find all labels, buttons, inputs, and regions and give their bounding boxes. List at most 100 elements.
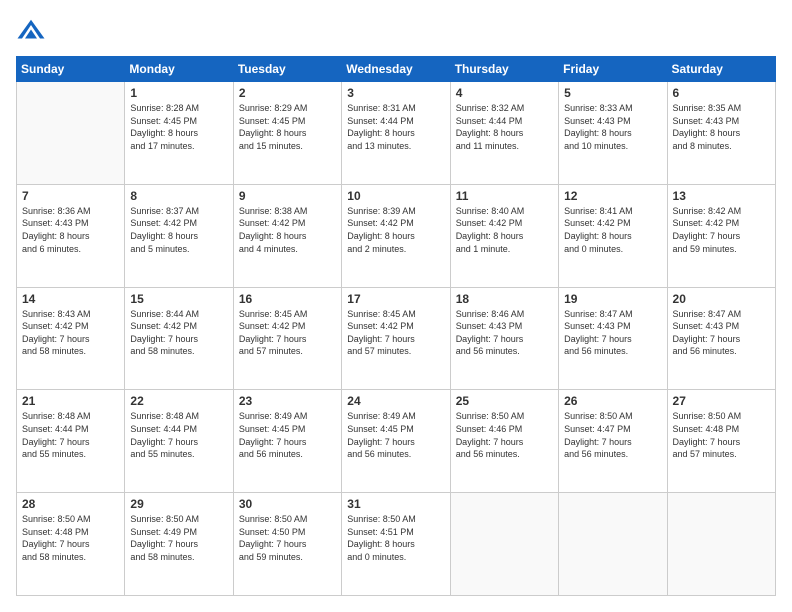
day-number: 3 [347, 86, 444, 100]
day-info: Sunrise: 8:47 AM Sunset: 4:43 PM Dayligh… [564, 308, 661, 358]
calendar-cell: 5 Sunrise: 8:33 AM Sunset: 4:43 PM Daylig… [559, 82, 667, 185]
day-number: 19 [564, 292, 661, 306]
day-info: Sunrise: 8:50 AM Sunset: 4:48 PM Dayligh… [673, 410, 770, 460]
calendar-cell: 14 Sunrise: 8:43 AM Sunset: 4:42 PM Dayli… [17, 287, 125, 390]
day-number: 26 [564, 394, 661, 408]
calendar-cell: 20 Sunrise: 8:47 AM Sunset: 4:43 PM Dayli… [667, 287, 775, 390]
day-number: 23 [239, 394, 336, 408]
calendar-cell: 10Sunrise: 8:39 AM Sunset: 4:42 PM Dayli… [342, 184, 450, 287]
calendar-cell: 16 Sunrise: 8:45 AM Sunset: 4:42 PM Dayli… [233, 287, 341, 390]
day-number: 31 [347, 497, 444, 511]
day-info: Sunrise: 8:48 AM Sunset: 4:44 PM Dayligh… [130, 410, 227, 460]
calendar-day-header: Sunday [17, 57, 125, 82]
calendar-cell: 28Sunrise: 8:50 AM Sunset: 4:48 PM Dayli… [17, 493, 125, 596]
calendar-header-row: SundayMondayTuesdayWednesdayThursdayFrid… [17, 57, 776, 82]
day-number: 14 [22, 292, 119, 306]
day-number: 8 [130, 189, 227, 203]
day-info: Sunrise: 8:40 AM Sunset: 4:42 PM Dayligh… [456, 205, 553, 255]
day-info: Sunrise: 8:36 AM Sunset: 4:43 PM Dayligh… [22, 205, 119, 255]
day-info: Sunrise: 8:50 AM Sunset: 4:47 PM Dayligh… [564, 410, 661, 460]
day-info: Sunrise: 8:33 AM Sunset: 4:43 PM Dayligh… [564, 102, 661, 152]
calendar-cell: 17Sunrise: 8:45 AM Sunset: 4:42 PM Dayli… [342, 287, 450, 390]
day-number: 15 [130, 292, 227, 306]
calendar-cell [559, 493, 667, 596]
day-info: Sunrise: 8:50 AM Sunset: 4:48 PM Dayligh… [22, 513, 119, 563]
day-info: Sunrise: 8:37 AM Sunset: 4:42 PM Dayligh… [130, 205, 227, 255]
day-number: 21 [22, 394, 119, 408]
day-number: 27 [673, 394, 770, 408]
day-info: Sunrise: 8:43 AM Sunset: 4:42 PM Dayligh… [22, 308, 119, 358]
calendar-cell: 29 Sunrise: 8:50 AM Sunset: 4:49 PM Dayli… [125, 493, 233, 596]
calendar-cell: 24Sunrise: 8:49 AM Sunset: 4:45 PM Dayli… [342, 390, 450, 493]
day-info: Sunrise: 8:50 AM Sunset: 4:50 PM Dayligh… [239, 513, 336, 563]
day-info: Sunrise: 8:50 AM Sunset: 4:46 PM Dayligh… [456, 410, 553, 460]
logo [16, 16, 50, 46]
day-info: Sunrise: 8:42 AM Sunset: 4:42 PM Dayligh… [673, 205, 770, 255]
calendar-cell: 25 Sunrise: 8:50 AM Sunset: 4:46 PM Dayli… [450, 390, 558, 493]
day-number: 2 [239, 86, 336, 100]
calendar-cell: 11Sunrise: 8:40 AM Sunset: 4:42 PM Dayli… [450, 184, 558, 287]
calendar-day-header: Monday [125, 57, 233, 82]
day-number: 1 [130, 86, 227, 100]
calendar-cell: 13Sunrise: 8:42 AM Sunset: 4:42 PM Dayli… [667, 184, 775, 287]
calendar-table: SundayMondayTuesdayWednesdayThursdayFrid… [16, 56, 776, 596]
day-info: Sunrise: 8:35 AM Sunset: 4:43 PM Dayligh… [673, 102, 770, 152]
day-info: Sunrise: 8:41 AM Sunset: 4:42 PM Dayligh… [564, 205, 661, 255]
page: SundayMondayTuesdayWednesdayThursdayFrid… [0, 0, 792, 612]
day-info: Sunrise: 8:29 AM Sunset: 4:45 PM Dayligh… [239, 102, 336, 152]
calendar-cell: 8 Sunrise: 8:37 AM Sunset: 4:42 PM Daylig… [125, 184, 233, 287]
calendar-cell: 30 Sunrise: 8:50 AM Sunset: 4:50 PM Dayli… [233, 493, 341, 596]
calendar-cell: 7 Sunrise: 8:36 AM Sunset: 4:43 PM Daylig… [17, 184, 125, 287]
day-info: Sunrise: 8:48 AM Sunset: 4:44 PM Dayligh… [22, 410, 119, 460]
calendar-cell: 6 Sunrise: 8:35 AM Sunset: 4:43 PM Daylig… [667, 82, 775, 185]
calendar-day-header: Friday [559, 57, 667, 82]
day-info: Sunrise: 8:49 AM Sunset: 4:45 PM Dayligh… [347, 410, 444, 460]
day-number: 9 [239, 189, 336, 203]
day-number: 18 [456, 292, 553, 306]
day-number: 16 [239, 292, 336, 306]
calendar-cell [667, 493, 775, 596]
calendar-cell: 19 Sunrise: 8:47 AM Sunset: 4:43 PM Dayli… [559, 287, 667, 390]
day-info: Sunrise: 8:38 AM Sunset: 4:42 PM Dayligh… [239, 205, 336, 255]
calendar-week-row: 7 Sunrise: 8:36 AM Sunset: 4:43 PM Daylig… [17, 184, 776, 287]
calendar-cell: 15 Sunrise: 8:44 AM Sunset: 4:42 PM Dayli… [125, 287, 233, 390]
calendar-cell: 12 Sunrise: 8:41 AM Sunset: 4:42 PM Dayli… [559, 184, 667, 287]
calendar-cell: 3 Sunrise: 8:31 AM Sunset: 4:44 PM Daylig… [342, 82, 450, 185]
day-number: 25 [456, 394, 553, 408]
day-info: Sunrise: 8:50 AM Sunset: 4:49 PM Dayligh… [130, 513, 227, 563]
calendar-cell: 4 Sunrise: 8:32 AM Sunset: 4:44 PM Daylig… [450, 82, 558, 185]
calendar-cell [17, 82, 125, 185]
calendar-week-row: 21 Sunrise: 8:48 AM Sunset: 4:44 PM Dayli… [17, 390, 776, 493]
calendar-cell [450, 493, 558, 596]
day-info: Sunrise: 8:28 AM Sunset: 4:45 PM Dayligh… [130, 102, 227, 152]
day-info: Sunrise: 8:47 AM Sunset: 4:43 PM Dayligh… [673, 308, 770, 358]
day-info: Sunrise: 8:31 AM Sunset: 4:44 PM Dayligh… [347, 102, 444, 152]
day-number: 30 [239, 497, 336, 511]
day-info: Sunrise: 8:45 AM Sunset: 4:42 PM Dayligh… [347, 308, 444, 358]
calendar-week-row: 28Sunrise: 8:50 AM Sunset: 4:48 PM Dayli… [17, 493, 776, 596]
day-info: Sunrise: 8:32 AM Sunset: 4:44 PM Dayligh… [456, 102, 553, 152]
day-info: Sunrise: 8:44 AM Sunset: 4:42 PM Dayligh… [130, 308, 227, 358]
day-number: 12 [564, 189, 661, 203]
day-number: 6 [673, 86, 770, 100]
day-info: Sunrise: 8:46 AM Sunset: 4:43 PM Dayligh… [456, 308, 553, 358]
calendar-cell: 1 Sunrise: 8:28 AM Sunset: 4:45 PM Daylig… [125, 82, 233, 185]
day-number: 7 [22, 189, 119, 203]
day-number: 20 [673, 292, 770, 306]
calendar-cell: 9 Sunrise: 8:38 AM Sunset: 4:42 PM Daylig… [233, 184, 341, 287]
day-info: Sunrise: 8:39 AM Sunset: 4:42 PM Dayligh… [347, 205, 444, 255]
calendar-cell: 21 Sunrise: 8:48 AM Sunset: 4:44 PM Dayli… [17, 390, 125, 493]
day-number: 22 [130, 394, 227, 408]
day-number: 4 [456, 86, 553, 100]
day-number: 5 [564, 86, 661, 100]
calendar-cell: 2 Sunrise: 8:29 AM Sunset: 4:45 PM Daylig… [233, 82, 341, 185]
calendar-week-row: 1 Sunrise: 8:28 AM Sunset: 4:45 PM Daylig… [17, 82, 776, 185]
calendar-cell: 22 Sunrise: 8:48 AM Sunset: 4:44 PM Dayli… [125, 390, 233, 493]
day-info: Sunrise: 8:45 AM Sunset: 4:42 PM Dayligh… [239, 308, 336, 358]
calendar-cell: 27 Sunrise: 8:50 AM Sunset: 4:48 PM Dayli… [667, 390, 775, 493]
day-number: 29 [130, 497, 227, 511]
day-info: Sunrise: 8:49 AM Sunset: 4:45 PM Dayligh… [239, 410, 336, 460]
calendar-week-row: 14 Sunrise: 8:43 AM Sunset: 4:42 PM Dayli… [17, 287, 776, 390]
calendar-cell: 23 Sunrise: 8:49 AM Sunset: 4:45 PM Dayli… [233, 390, 341, 493]
calendar-day-header: Thursday [450, 57, 558, 82]
